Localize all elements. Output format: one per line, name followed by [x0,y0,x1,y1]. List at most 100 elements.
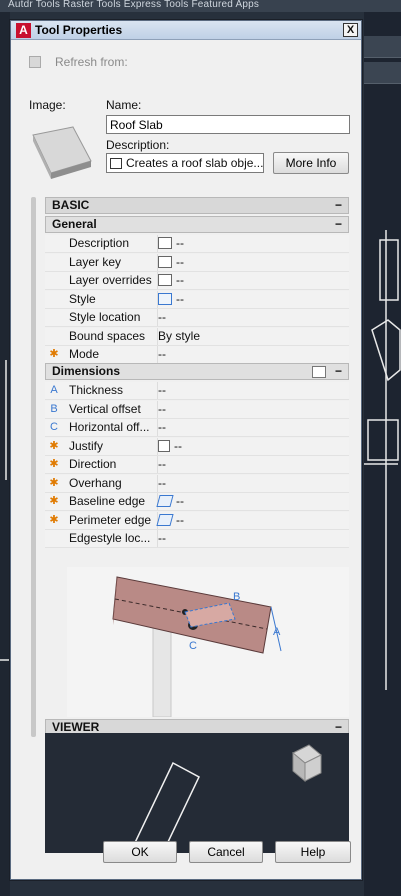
property-row[interactable]: Layer overrides -- [45,272,349,290]
property-value-text: -- [158,420,166,434]
property-row[interactable]: ✱ Overhang -- [45,474,349,493]
ok-button[interactable]: OK [103,841,177,863]
property-value[interactable]: -- [157,419,166,436]
image-label: Image: [29,98,66,112]
section-dimensions[interactable]: Dimensions − [45,363,349,380]
property-value[interactable]: -- [156,511,184,529]
property-key: Perimeter edge [69,512,152,527]
property-value-text: -- [176,236,184,250]
property-row[interactable]: Edgestyle loc... -- [45,530,349,548]
dimension-diagram: A B C [67,567,349,717]
property-key: Baseline edge [69,494,146,508]
section-general[interactable]: General − [45,216,349,233]
table-icon[interactable] [158,255,172,268]
checkbox-icon[interactable] [158,439,170,452]
help-button[interactable]: Help [275,841,351,863]
description-field[interactable]: Creates a roof slab obje... [106,153,264,173]
property-value[interactable]: -- [157,290,184,308]
section-basic[interactable]: BASIC − [45,197,349,214]
property-value[interactable]: -- [157,437,182,455]
property-row[interactable]: ✱ Mode -- [45,346,349,364]
property-key: Thickness [69,383,124,397]
property-value[interactable]: -- [157,530,166,547]
tool-properties-dialog: A Tool Properties X Refresh from: Image:… [10,20,362,880]
asterisk-icon: ✱ [49,513,59,526]
property-row[interactable]: Style location -- [45,309,349,327]
dimension-marker: A [50,384,58,396]
property-value-text: -- [176,254,184,269]
collapse-icon[interactable]: − [335,217,342,232]
property-value[interactable]: -- [157,253,184,271]
name-input[interactable] [106,115,350,134]
background-dropdown[interactable] [364,36,401,58]
background-dropdown[interactable] [364,62,401,84]
section-general-label: General [52,217,97,231]
property-key: Overhang [69,475,122,490]
name-label: Name: [106,98,142,112]
edge-icon[interactable] [156,495,174,507]
property-value-text: -- [158,383,166,397]
title-bar[interactable]: A Tool Properties X [11,21,361,40]
property-value[interactable]: -- [157,346,166,363]
close-button[interactable]: X [343,23,358,37]
description-label: Description: [106,138,170,152]
property-value-text: -- [158,531,166,545]
table-icon[interactable] [158,274,172,286]
background-ribbon-tabs: Autdr Tools Raster Tools Express Tools F… [0,0,401,12]
cancel-button[interactable]: Cancel [189,841,263,863]
property-value[interactable]: -- [157,382,166,399]
property-value-text: -- [174,438,182,453]
edge-icon[interactable] [156,513,174,526]
refresh-label: Refresh from: [55,55,128,69]
palette-scroll-strip[interactable] [31,197,36,737]
property-row[interactable]: ✱ Baseline edge -- [45,493,349,511]
properties-panel: BASIC − General − Description -- Layer key… [45,197,349,853]
property-value[interactable]: -- [157,474,166,492]
property-value[interactable]: -- [156,493,184,510]
property-key: Justify [69,438,104,453]
property-value-text: -- [158,347,166,361]
property-key: Direction [69,457,117,471]
table-icon[interactable] [158,237,172,249]
roof-slab-preview-image[interactable] [29,121,95,185]
property-row[interactable]: ✱ Perimeter edge -- [45,511,349,530]
property-row[interactable]: C Horizontal off... -- [45,419,349,437]
property-value-text: -- [176,512,184,527]
property-value-text: By style [158,328,201,343]
more-info-button[interactable]: More Info [273,152,349,174]
property-value-text: -- [176,494,184,508]
property-value[interactable]: -- [157,309,166,326]
section-viewer-label: VIEWER [52,720,100,734]
property-key: Style [69,291,96,306]
property-row[interactable]: B Vertical offset -- [45,400,349,419]
property-value[interactable]: -- [157,400,166,418]
style-icon[interactable] [158,292,172,305]
property-key: Description [69,236,130,250]
dimension-marker: B [50,402,58,415]
property-value[interactable]: By style [157,327,201,345]
viewcube-icon[interactable] [292,744,322,783]
dimension-settings-icon[interactable] [312,366,326,378]
collapse-icon[interactable]: − [335,198,342,213]
property-row[interactable]: ✱ Justify -- [45,437,349,456]
property-value-text: -- [176,273,184,287]
asterisk-icon: ✱ [49,348,59,360]
collapse-icon[interactable]: − [335,364,342,379]
property-value-text: -- [158,475,166,490]
property-row[interactable]: Description -- [45,235,349,253]
property-value[interactable]: -- [157,456,166,473]
property-row[interactable]: Layer key -- [45,253,349,272]
property-value[interactable]: -- [157,235,184,252]
checkbox-icon [29,56,41,68]
property-row[interactable]: Style -- [45,290,349,309]
property-row[interactable]: Bound spaces By style [45,327,349,346]
property-value[interactable]: -- [157,272,184,289]
refresh-from-checkbox: Refresh from: [29,55,128,69]
description-edit-icon [110,158,122,169]
description-value: Creates a roof slab obje... [126,156,264,170]
property-key: Vertical offset [69,401,141,416]
property-row[interactable]: A Thickness -- [45,382,349,400]
viewer-preview[interactable] [45,733,349,853]
property-row[interactable]: ✱ Direction -- [45,456,349,474]
property-value-text: -- [176,291,184,306]
